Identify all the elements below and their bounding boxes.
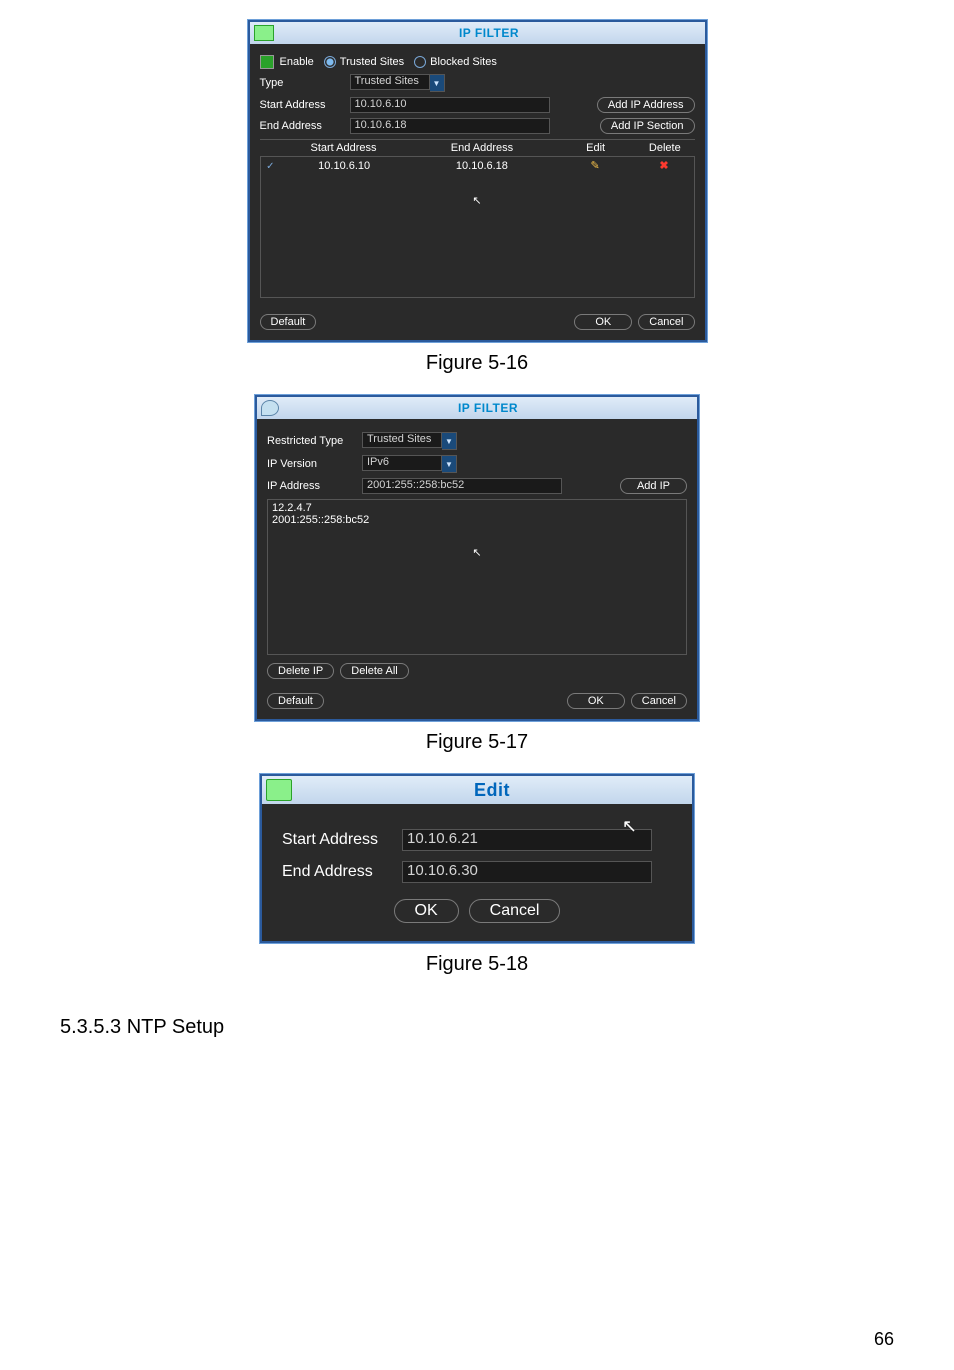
enable-label: Enable <box>280 56 314 68</box>
row-end: 10.10.6.18 <box>408 160 556 172</box>
cursor-icon: ↖ <box>472 195 481 207</box>
titlebar: IP FILTER <box>257 397 697 419</box>
end-address-input[interactable]: 10.10.6.30 <box>402 861 652 883</box>
cancel-button[interactable]: Cancel <box>631 693 687 709</box>
default-button[interactable]: Default <box>260 314 317 330</box>
section-heading: 5.3.5.3 NTP Setup <box>60 1016 954 1039</box>
delete-icon[interactable]: ✖ <box>659 160 668 172</box>
row-check-icon[interactable]: ✓ <box>266 161 274 172</box>
edit-icon[interactable]: ✎ <box>590 160 599 172</box>
cancel-button[interactable]: Cancel <box>469 899 561 923</box>
ok-button[interactable]: OK <box>394 899 459 923</box>
figure-caption-3: Figure 5-18 <box>0 953 954 976</box>
enable-checkbox[interactable] <box>260 55 274 69</box>
app-icon <box>261 400 279 416</box>
figure-caption-1: Figure 5-16 <box>0 352 954 375</box>
list-item[interactable]: 2001:255::258:bc52 <box>272 514 682 526</box>
chevron-down-icon[interactable]: ▼ <box>430 74 445 92</box>
ok-button[interactable]: OK <box>567 693 625 709</box>
dialog-title: Edit <box>292 780 692 801</box>
cancel-button[interactable]: Cancel <box>638 314 694 330</box>
app-icon <box>254 25 274 41</box>
ip-filter-dialog-2: IP FILTER Restricted Type Trusted Sites … <box>255 395 699 721</box>
ip-address-input[interactable]: 2001:255::258:bc52 <box>362 478 562 494</box>
ip-version-value: IPv6 <box>362 455 442 471</box>
titlebar: Edit <box>262 776 692 804</box>
add-ip-button[interactable]: Add IP <box>620 478 687 494</box>
start-address-label: Start Address <box>260 99 350 111</box>
blocked-label: Blocked Sites <box>430 56 497 68</box>
default-button[interactable]: Default <box>267 693 324 709</box>
ok-button[interactable]: OK <box>574 314 632 330</box>
edit-dialog: Edit ↖ Start Address 10.10.6.21 End Addr… <box>260 774 694 943</box>
start-address-input[interactable]: 10.10.6.10 <box>350 97 550 113</box>
dialog-title: IP FILTER <box>274 26 705 40</box>
col-start: Start Address <box>279 142 408 154</box>
cursor-icon: ↖ <box>622 816 637 837</box>
app-icon <box>266 779 292 801</box>
type-value: Trusted Sites <box>350 74 430 90</box>
ip-filter-dialog-1: IP FILTER Enable Trusted Sites Blocked S… <box>248 20 707 342</box>
col-edit: Edit <box>556 142 635 154</box>
end-address-label: End Address <box>282 863 402 881</box>
enable-row: Enable Trusted Sites Blocked Sites <box>260 55 695 69</box>
type-label: Type <box>260 77 350 89</box>
row-start: 10.10.6.10 <box>280 160 408 172</box>
table-header: Start Address End Address Edit Delete <box>260 139 695 156</box>
ip-version-label: IP Version <box>267 458 362 470</box>
trusted-radio[interactable] <box>324 56 336 68</box>
start-address-label: Start Address <box>282 831 402 849</box>
type-select[interactable]: Trusted Sites ▼ <box>350 74 445 92</box>
ip-table: ✓ 10.10.6.10 10.10.6.18 ✎ ✖ ↖ <box>260 156 695 298</box>
chevron-down-icon[interactable]: ▼ <box>442 455 457 473</box>
page-number: 66 <box>874 1329 894 1350</box>
restricted-type-select[interactable]: Trusted Sites ▼ <box>362 432 457 450</box>
delete-ip-button[interactable]: Delete IP <box>267 663 334 679</box>
end-address-label: End Address <box>260 120 350 132</box>
chevron-down-icon[interactable]: ▼ <box>442 432 457 450</box>
cursor-icon: ↖ <box>472 547 481 559</box>
add-ip-address-button[interactable]: Add IP Address <box>597 97 695 113</box>
figure-caption-2: Figure 5-17 <box>0 731 954 754</box>
ip-address-label: IP Address <box>267 480 362 492</box>
dialog-title: IP FILTER <box>279 401 697 415</box>
start-address-input[interactable]: 10.10.6.21 <box>402 829 652 851</box>
end-address-input[interactable]: 10.10.6.18 <box>350 118 550 134</box>
ip-listbox[interactable]: 12.2.4.7 2001:255::258:bc52 ↖ <box>267 499 687 655</box>
titlebar: IP FILTER <box>250 22 705 44</box>
col-end: End Address <box>408 142 556 154</box>
delete-all-button[interactable]: Delete All <box>340 663 408 679</box>
ip-version-select[interactable]: IPv6 ▼ <box>362 455 457 473</box>
list-item[interactable]: 12.2.4.7 <box>272 502 682 514</box>
table-row: ✓ 10.10.6.10 10.10.6.18 ✎ ✖ <box>261 157 694 174</box>
restricted-type-value: Trusted Sites <box>362 432 442 448</box>
add-ip-section-button[interactable]: Add IP Section <box>600 118 695 134</box>
trusted-label: Trusted Sites <box>340 56 404 68</box>
col-delete: Delete <box>635 142 694 154</box>
blocked-radio[interactable] <box>414 56 426 68</box>
restricted-type-label: Restricted Type <box>267 435 362 447</box>
